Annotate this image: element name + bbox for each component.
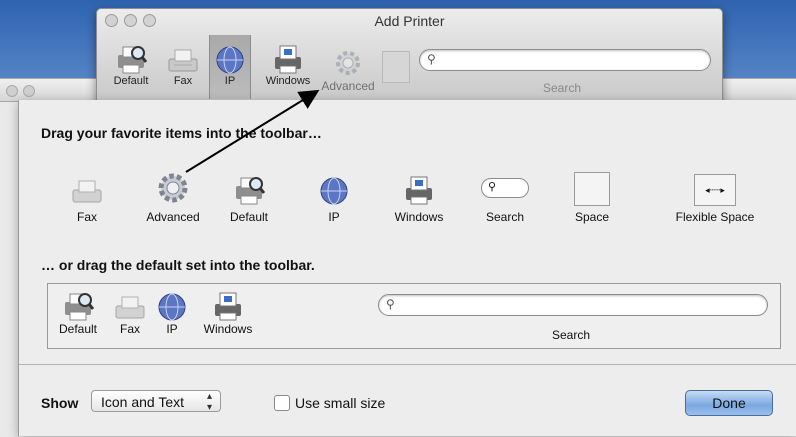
palette-heading: Drag your favorite items into the toolba… xyxy=(41,125,322,141)
globe-icon xyxy=(317,170,351,206)
default-set-item-default: Default xyxy=(54,288,102,336)
add-printer-window: Add Printer Default Fax IP Windows Advan… xyxy=(96,8,723,102)
drop-placeholder xyxy=(382,51,410,83)
space-icon xyxy=(567,170,617,206)
toolbar-item-label: Windows xyxy=(265,75,311,87)
palette-item-default[interactable]: Default xyxy=(221,170,277,224)
palette-item-advanced[interactable]: Advanced xyxy=(137,170,209,224)
palette-item-space[interactable]: Space xyxy=(567,170,617,224)
windows-printer-icon xyxy=(387,170,451,206)
palette-item-search[interactable]: ⚲ Search xyxy=(475,170,535,224)
palette-item-label: Space xyxy=(574,210,610,224)
show-popup-value: Icon and Text xyxy=(101,394,185,410)
globe-icon xyxy=(154,288,190,322)
toolbar-item-windows[interactable]: Windows xyxy=(263,41,313,87)
window-title: Add Printer xyxy=(374,13,445,29)
palette-item-label: Default xyxy=(229,210,269,224)
show-label: Show xyxy=(41,395,79,411)
palette-item-fax[interactable]: Fax xyxy=(65,170,109,224)
toolbar-item-default[interactable]: Default xyxy=(103,41,159,87)
palette-item-flexible-space[interactable]: ◂┄┄▸ Flexible Space xyxy=(665,170,765,224)
default-set-bar[interactable]: Default Fax IP Windows ⚲ Search xyxy=(47,283,781,349)
background-window-controls xyxy=(6,85,35,97)
search-field-icon: ⚲ xyxy=(475,170,535,206)
default-set-item-fax: Fax xyxy=(110,288,150,336)
default-set-item-windows: Windows xyxy=(198,288,258,336)
default-set-heading: … or drag the default set into the toolb… xyxy=(41,257,315,273)
toolbar-search-field[interactable]: ⚲ xyxy=(419,49,711,71)
toolbar-item-fax[interactable]: Fax xyxy=(163,41,203,87)
palette-item-ip[interactable]: IP xyxy=(317,170,351,224)
divider xyxy=(19,364,796,365)
windows-printer-icon xyxy=(263,41,313,75)
default-set-search-label: Search xyxy=(552,328,591,342)
toolbar-search-label: Search xyxy=(543,81,582,95)
palette-item-label: Fax xyxy=(76,210,97,224)
done-button[interactable]: Done xyxy=(685,390,773,416)
globe-icon xyxy=(210,35,250,75)
toolbar-item-ip[interactable]: IP xyxy=(209,35,251,99)
use-small-size-label: Use small size xyxy=(295,395,386,411)
search-icon: ⚲ xyxy=(427,52,436,66)
palette-item-windows[interactable]: Windows xyxy=(387,170,451,224)
default-set-label: IP xyxy=(166,322,178,336)
printer-search-icon xyxy=(103,41,159,75)
flexible-space-icon: ◂┄┄▸ xyxy=(665,170,765,206)
gear-icon xyxy=(313,45,383,79)
fax-icon xyxy=(163,41,203,75)
toolbar-item-label: IP xyxy=(224,75,236,87)
default-set-label: Windows xyxy=(203,322,253,336)
customize-toolbar-sheet: Drag your favorite items into the toolba… xyxy=(18,100,796,436)
dragged-item-label: Advanced xyxy=(321,79,375,93)
palette-item-label: Advanced xyxy=(146,210,200,224)
default-set-label: Fax xyxy=(119,322,140,336)
default-set-item-ip: IP xyxy=(154,288,190,336)
palette-item-label: Windows xyxy=(394,210,444,224)
dragged-advanced-item[interactable]: Advanced xyxy=(313,45,383,93)
show-popup-button[interactable]: Icon and Text ▴ ▾ xyxy=(91,390,221,413)
printer-search-icon xyxy=(221,170,277,206)
palette-item-label: IP xyxy=(328,210,340,224)
windows-printer-icon xyxy=(198,288,258,322)
search-icon: ⚲ xyxy=(386,297,395,311)
gear-icon xyxy=(137,170,209,206)
palette-item-label: Search xyxy=(485,210,525,224)
toolbar-item-label: Default xyxy=(113,75,149,87)
fax-icon xyxy=(65,170,109,206)
updown-arrows-icon: ▴ ▾ xyxy=(206,391,212,413)
default-set-search-field: ⚲ xyxy=(378,294,768,316)
use-small-size-checkbox[interactable] xyxy=(274,395,290,411)
default-set-label: Default xyxy=(58,322,98,336)
printer-search-icon xyxy=(54,288,102,322)
palette-item-label: Flexible Space xyxy=(675,210,755,224)
toolbar-item-label: Fax xyxy=(173,75,193,87)
fax-icon xyxy=(110,288,150,322)
